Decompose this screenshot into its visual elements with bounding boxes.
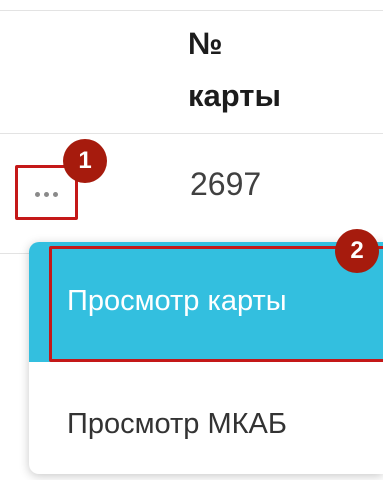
column-header-line-2: карты — [188, 78, 281, 113]
more-horizontal-icon — [35, 192, 58, 197]
header-row-divider — [0, 133, 383, 134]
row-actions-dropdown: Просмотр карты Просмотр МКАБ — [29, 242, 383, 474]
step-badge-1: 1 — [63, 139, 107, 183]
column-header-card-number: № карты — [188, 18, 378, 122]
screenshot-root: № карты 2697 Просмотр карты Просмотр МКА… — [0, 0, 383, 480]
highlight-frame-step-2 — [49, 246, 383, 362]
table-top-divider — [0, 10, 383, 11]
step-badge-2: 2 — [335, 229, 379, 273]
card-number-cell: 2697 — [190, 166, 262, 202]
column-header-line-1: № — [188, 26, 223, 61]
menu-item-view-mkab[interactable]: Просмотр МКАБ — [67, 408, 287, 441]
